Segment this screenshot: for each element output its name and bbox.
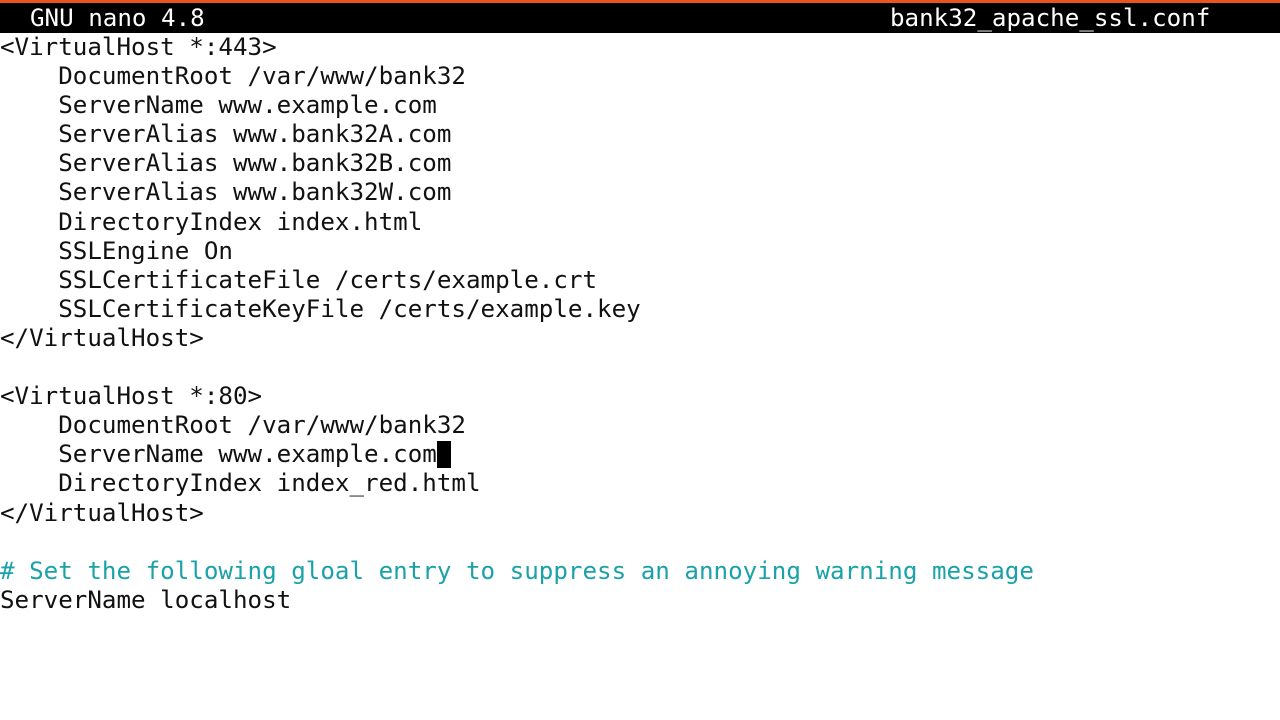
text-editor-area[interactable]: <VirtualHost *:443> DocumentRoot /var/ww… <box>0 33 1280 720</box>
comment-line[interactable]: # Set the following gloal entry to suppr… <box>0 557 1280 586</box>
editor-line-with-cursor[interactable]: ServerName www.example.com <box>0 440 1280 469</box>
editor-line[interactable] <box>0 353 1280 382</box>
editor-line[interactable]: ServerAlias www.bank32A.com <box>0 120 1280 149</box>
editor-line[interactable]: SSLEngine On <box>0 237 1280 266</box>
editor-line[interactable]: <VirtualHost *:80> <box>0 382 1280 411</box>
editor-line[interactable] <box>0 528 1280 557</box>
editor-line[interactable]: </VirtualHost> <box>0 324 1280 353</box>
editor-line[interactable]: SSLCertificateKeyFile /certs/example.key <box>0 295 1280 324</box>
editor-line[interactable]: ServerAlias www.bank32B.com <box>0 149 1280 178</box>
editor-line[interactable]: DirectoryIndex index.html <box>0 208 1280 237</box>
editor-version-label: GNU nano 4.8 <box>30 4 205 32</box>
nano-title-bar: GNU nano 4.8 bank32_apache_ssl.conf <box>0 3 1280 33</box>
editor-line[interactable]: ServerName localhost <box>0 586 1280 615</box>
editor-line[interactable]: ServerName www.example.com <box>0 91 1280 120</box>
editor-line[interactable]: ServerAlias www.bank32W.com <box>0 178 1280 207</box>
editor-line[interactable]: DirectoryIndex index_red.html <box>0 469 1280 498</box>
editor-line-text[interactable]: ServerName www.example.com <box>0 440 437 468</box>
text-cursor <box>436 441 452 469</box>
editor-line[interactable]: DocumentRoot /var/www/bank32 <box>0 411 1280 440</box>
editor-line[interactable]: DocumentRoot /var/www/bank32 <box>0 62 1280 91</box>
file-name-label: bank32_apache_ssl.conf <box>890 4 1211 32</box>
editor-line[interactable]: </VirtualHost> <box>0 499 1280 528</box>
editor-line[interactable]: <VirtualHost *:443> <box>0 33 1280 62</box>
editor-line[interactable]: SSLCertificateFile /certs/example.crt <box>0 266 1280 295</box>
